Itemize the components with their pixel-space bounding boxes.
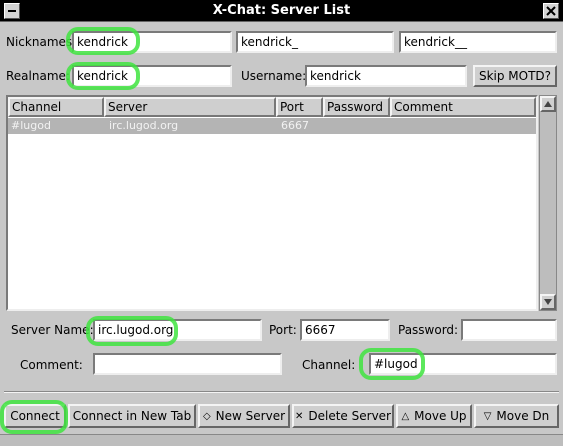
move-down-label: Move Dn — [496, 409, 550, 423]
move-down-button[interactable]: ▽ Move Dn — [474, 404, 559, 428]
channel-label: Channel: — [302, 358, 356, 372]
triangle-up-icon — [544, 101, 552, 107]
scroll-down-button[interactable] — [540, 294, 556, 310]
close-button[interactable] — [543, 3, 559, 19]
connect-new-tab-button[interactable]: Connect in New Tab — [68, 404, 196, 428]
server-list-row[interactable]: #lugod irc.lugod.org 6667 — [8, 118, 536, 134]
window-bottom-scrollbar[interactable] — [0, 434, 563, 446]
channel-field[interactable]: #lugod — [369, 353, 557, 375]
nickname-2-field[interactable]: kendrick_ — [236, 31, 394, 53]
new-server-button[interactable]: ◇ New Server — [198, 404, 290, 428]
skip-motd-toggle[interactable]: Skip MOTD? — [473, 65, 557, 87]
nicknames-label: Nicknames: — [6, 35, 77, 49]
row-port: 6667 — [281, 119, 309, 132]
move-up-button[interactable]: △ Move Up — [396, 404, 472, 428]
realname-field[interactable]: kendrick — [72, 65, 232, 87]
username-field[interactable]: kendrick — [305, 65, 467, 87]
window-title: X-Chat: Server List — [212, 3, 351, 18]
port-label: Port: — [269, 323, 297, 337]
nickname-1-field[interactable]: kendrick — [72, 31, 232, 53]
move-up-label: Move Up — [414, 409, 467, 423]
column-header-comment[interactable]: Comment — [390, 97, 536, 117]
separator — [4, 391, 559, 393]
diamond-icon: ◇ — [202, 410, 211, 422]
row-channel: #lugod — [11, 119, 51, 132]
username-label: Username: — [241, 69, 307, 83]
column-header-server[interactable]: Server — [104, 97, 276, 117]
new-server-label: New Server — [215, 409, 286, 423]
close-icon — [546, 6, 556, 16]
column-header-password[interactable]: Password — [323, 97, 390, 117]
x-icon: ✕ — [295, 410, 304, 422]
triangle-up-icon: △ — [401, 410, 410, 422]
column-header-port[interactable]: Port — [276, 97, 323, 117]
port-field[interactable]: 6667 — [300, 319, 390, 341]
realname-label: Realname: — [6, 69, 70, 83]
password-label: Password: — [398, 323, 459, 337]
triangle-down-icon — [544, 299, 552, 305]
comment-label: Comment: — [20, 358, 83, 372]
server-list[interactable]: Channel Server Port Password Comment #lu… — [6, 95, 538, 311]
title-bar: X-Chat: Server List — [0, 0, 563, 22]
server-list-scrollbar[interactable] — [539, 95, 557, 311]
password-field[interactable] — [461, 319, 557, 341]
delete-server-button[interactable]: ✕ Delete Server — [292, 404, 394, 428]
connect-button[interactable]: Connect — [4, 404, 66, 428]
scroll-up-button[interactable] — [540, 96, 556, 112]
server-name-field[interactable]: irc.lugod.org — [93, 319, 262, 341]
nickname-3-field[interactable]: kendrick__ — [399, 31, 557, 53]
triangle-down-icon: ▽ — [483, 410, 492, 422]
column-header-channel[interactable]: Channel — [8, 97, 104, 117]
server-name-label: Server Name: — [11, 323, 94, 337]
row-server: irc.lugod.org — [109, 119, 179, 132]
comment-field[interactable] — [93, 353, 282, 375]
delete-server-label: Delete Server — [308, 409, 391, 423]
